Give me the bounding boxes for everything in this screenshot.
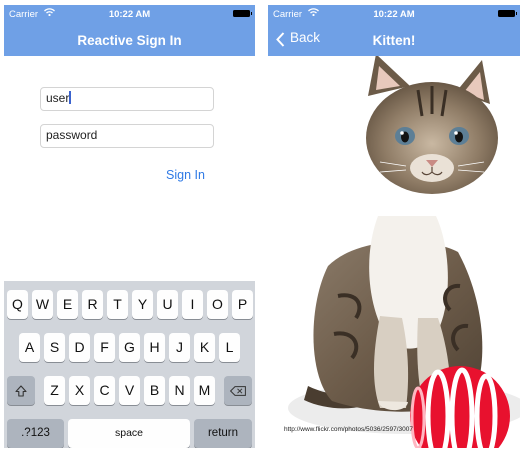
shift-key[interactable] (7, 376, 35, 405)
key-i[interactable]: I (182, 290, 203, 319)
key-q[interactable]: Q (7, 290, 28, 319)
key-j[interactable]: J (169, 333, 190, 362)
key-s[interactable]: S (44, 333, 65, 362)
key-p[interactable]: P (232, 290, 253, 319)
keyboard-row-1: Q W E R T Y U I O P (4, 290, 255, 319)
key-g[interactable]: G (119, 333, 140, 362)
key-z[interactable]: Z (44, 376, 65, 405)
keyboard-row-3: Z X C V B N M (4, 376, 255, 405)
photo-caption: http://www.flickr.com/photos/5036/2597/3… (284, 426, 413, 433)
key-v[interactable]: V (119, 376, 140, 405)
key-e[interactable]: E (57, 290, 78, 319)
username-field[interactable]: user (40, 87, 214, 111)
username-value: user (46, 91, 70, 105)
return-key[interactable]: return (194, 419, 252, 448)
key-r[interactable]: R (82, 290, 103, 319)
key-c[interactable]: C (94, 376, 115, 405)
key-u[interactable]: U (157, 290, 178, 319)
keyboard-row-4: .?123 space return (4, 419, 255, 448)
text-caret (69, 91, 71, 104)
password-value: password (46, 128, 98, 142)
numbers-key[interactable]: .?123 (7, 419, 64, 448)
keyboard: Q W E R T Y U I O P A S D F G H J K L Z … (4, 281, 255, 448)
key-k[interactable]: K (194, 333, 215, 362)
battery-icon (233, 10, 252, 17)
nav-bar: Carrier 10:22 AM Back Kitten! (268, 5, 520, 56)
key-y[interactable]: Y (132, 290, 153, 319)
key-l[interactable]: L (219, 333, 240, 362)
delete-key[interactable] (224, 376, 252, 405)
kitten-photo (268, 56, 520, 448)
backspace-icon (230, 385, 246, 396)
status-time: 10:22 AM (373, 9, 415, 20)
status-bar: Carrier 10:22 AM (268, 7, 520, 21)
key-b[interactable]: B (144, 376, 165, 405)
space-key[interactable]: space (68, 419, 190, 448)
key-h[interactable]: H (144, 333, 165, 362)
key-o[interactable]: O (207, 290, 228, 319)
key-t[interactable]: T (107, 290, 128, 319)
status-time: 10:22 AM (108, 9, 151, 20)
kitten-screen: Carrier 10:22 AM Back Kitten! http://www… (268, 5, 520, 448)
password-field[interactable]: password (40, 124, 214, 148)
key-a[interactable]: A (19, 333, 40, 362)
nav-bar: Carrier 10:22 AM Reactive Sign In (4, 5, 255, 56)
sign-in-button[interactable]: Sign In (166, 168, 205, 182)
key-w[interactable]: W (32, 290, 53, 319)
key-m[interactable]: M (194, 376, 215, 405)
battery-icon (498, 10, 517, 17)
shift-icon (15, 384, 27, 397)
page-title: Kitten! (372, 33, 416, 48)
keyboard-row-2: A S D F G H J K L (4, 333, 255, 362)
status-bar: Carrier 10:22 AM (4, 7, 255, 21)
sign-in-screen: Carrier 10:22 AM Reactive Sign In user p… (4, 5, 255, 448)
kitten-illustration (268, 56, 520, 448)
page-title: Reactive Sign In (77, 33, 182, 48)
key-x[interactable]: X (69, 376, 90, 405)
key-f[interactable]: F (94, 333, 115, 362)
key-d[interactable]: D (69, 333, 90, 362)
key-n[interactable]: N (169, 376, 190, 405)
